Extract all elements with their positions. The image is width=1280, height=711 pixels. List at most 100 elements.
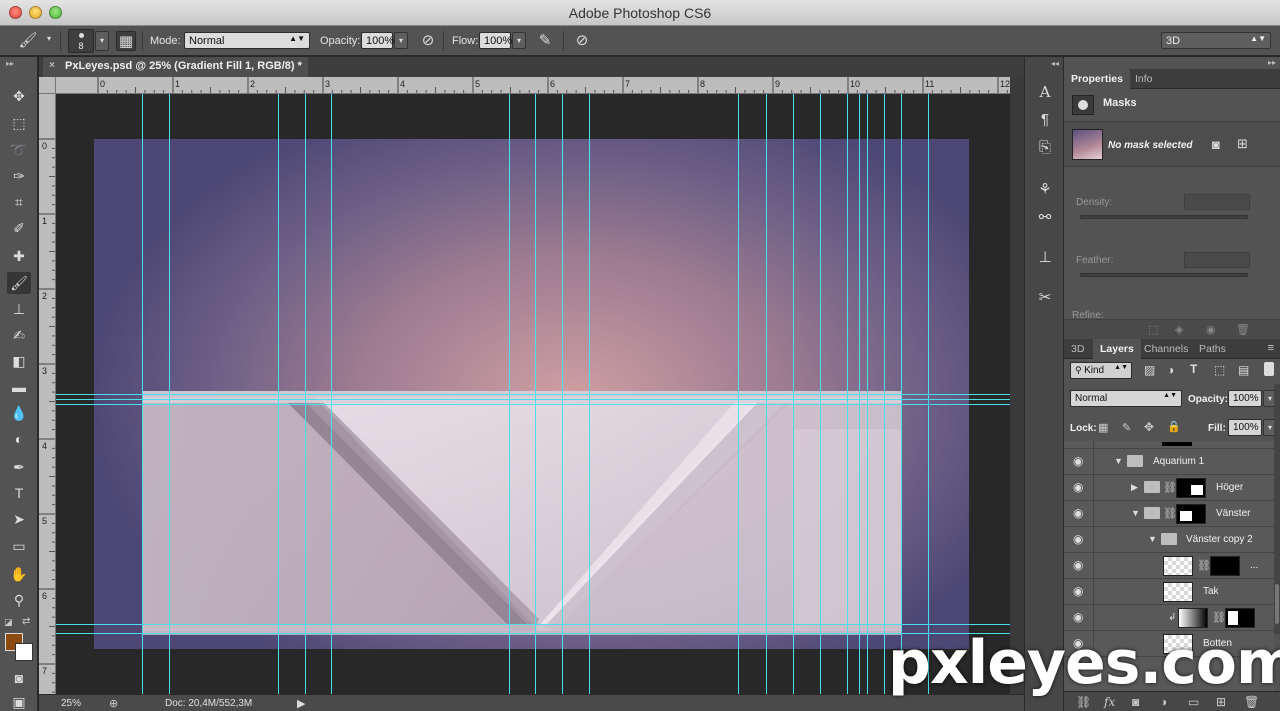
tab-info[interactable]: Info (1128, 69, 1160, 89)
workspace-select[interactable]: 3D ▲▼ (1161, 32, 1271, 49)
layers-panel-menu-icon[interactable]: ≡ (1268, 342, 1274, 354)
flow-input[interactable]: 100% (479, 32, 512, 49)
eye-icon[interactable]: ◉ (1073, 507, 1086, 520)
layers-scroll-thumb[interactable] (1275, 584, 1279, 624)
horizontal-guide[interactable] (56, 404, 1010, 405)
layer-opacity-input[interactable]: 100% (1228, 390, 1262, 407)
tab-3d[interactable]: 3D (1064, 339, 1091, 359)
eye-icon[interactable]: ◉ (1073, 559, 1086, 572)
horizontal-guide[interactable] (56, 624, 1010, 625)
layer-mask-thumbnail[interactable] (1176, 478, 1206, 498)
move-tool-icon[interactable]: ✥ (7, 85, 31, 107)
eye-icon[interactable]: ◉ (1073, 585, 1086, 598)
layer-mask-thumbnail[interactable] (1225, 608, 1255, 628)
layer-row-shape[interactable]: ◉ ⛓ ... (1064, 553, 1274, 579)
paragraph-panel-icon[interactable]: ¶ (1034, 109, 1056, 131)
rectangle-tool-icon[interactable]: ▭ (7, 535, 31, 557)
eye-icon[interactable]: ◉ (1073, 533, 1086, 546)
layers-scrollbar[interactable] (1274, 384, 1280, 634)
history-brush-tool-icon[interactable]: ✍ (7, 324, 31, 346)
eye-icon[interactable]: ◉ (1073, 481, 1086, 494)
horizontal-guide[interactable] (56, 633, 1010, 634)
brush-tool-icon[interactable]: 🖌 (7, 272, 31, 294)
layer-row-hoger[interactable]: ◉ ▶ ⛓ Höger (1064, 475, 1274, 501)
tab-layers[interactable]: Layers (1093, 339, 1141, 359)
collapse-toolbar-icon[interactable]: ▸▸ (6, 59, 14, 68)
add-pixel-mask-icon[interactable]: ◙ (1212, 137, 1220, 152)
background-color-swatch[interactable] (15, 643, 33, 661)
lasso-tool-icon[interactable]: ➰ (7, 139, 31, 161)
filter-pixel-icon[interactable]: ▨ (1144, 363, 1155, 377)
character-panel-icon[interactable]: A (1034, 81, 1056, 103)
clone-stamp-tool-icon[interactable]: ⊥ (7, 298, 31, 320)
quick-selection-tool-icon[interactable]: ✑ (7, 165, 31, 187)
dodge-tool-icon[interactable]: ◐ (7, 428, 31, 450)
gradient-thumbnail[interactable] (1178, 608, 1208, 628)
layer-thumbnail[interactable] (1163, 582, 1193, 602)
opacity-input[interactable]: 100% (361, 32, 394, 49)
path-selection-tool-icon[interactable]: ➤ (7, 508, 31, 530)
eye-icon[interactable]: ◉ (1073, 611, 1086, 624)
collapse-panels-icon[interactable]: ▸▸ (1268, 58, 1276, 67)
add-vector-mask-icon[interactable]: ⊞ (1237, 136, 1248, 152)
lock-transparent-icon[interactable]: ▦ (1098, 421, 1108, 434)
tool-preset-dropdown[interactable]: ▾ (44, 35, 54, 45)
mode-select[interactable]: Normal ▲▼ (184, 32, 310, 49)
eyedropper-tool-icon[interactable]: ✐ (7, 217, 31, 239)
flow-dropdown[interactable]: ▾ (512, 32, 526, 49)
collapse-arrow-icon[interactable]: ▶ (1131, 482, 1138, 493)
expand-arrow-icon[interactable]: ▼ (1148, 534, 1157, 544)
lock-all-icon[interactable]: 🔒 (1167, 420, 1181, 433)
filter-type-icon[interactable]: T (1190, 362, 1197, 376)
crop-tool-icon[interactable]: ⌗ (7, 191, 31, 213)
expand-arrow-icon[interactable]: ▼ (1131, 508, 1140, 518)
collapse-strip-icon[interactable]: ◂◂ (1051, 59, 1059, 68)
layer-row-vanster[interactable]: ◉ ▼ ⛓ Vänster (1064, 501, 1274, 527)
layer-thumbnail[interactable] (1163, 556, 1193, 576)
zoom-level[interactable]: 25% (61, 698, 81, 709)
eraser-tool-icon[interactable]: ◧ (7, 350, 31, 372)
opacity-dropdown[interactable]: ▾ (394, 32, 408, 49)
mask-thumbnail[interactable] (1072, 129, 1103, 160)
fill-input[interactable]: 100% (1228, 419, 1262, 436)
marquee-tool-icon[interactable]: ⬚ (7, 112, 31, 134)
tab-channels[interactable]: Channels (1137, 339, 1195, 359)
ruler-origin[interactable] (39, 77, 56, 94)
layer-row-vanster-copy-2[interactable]: ◉ ▼ Vänster copy 2 (1064, 527, 1274, 553)
layer-mask-thumbnail[interactable] (1210, 556, 1240, 576)
swap-colors-icon[interactable]: ⇄ (22, 616, 30, 627)
status-info-icon[interactable]: ⊕ (109, 697, 118, 710)
history-panel-icon[interactable]: ⎘ (1034, 137, 1056, 159)
filter-toggle-switch[interactable] (1264, 362, 1274, 376)
quick-mask-icon[interactable]: ◙ (7, 667, 31, 689)
blur-tool-icon[interactable]: 💧 (7, 402, 31, 424)
screen-mode-icon[interactable]: ▣ (7, 691, 31, 711)
pressure-opacity-icon[interactable]: ⊘ (418, 31, 438, 51)
layer-row[interactable] (1064, 441, 1274, 449)
horizontal-ruler[interactable]: 0 1 2 3 4 5 6 7 8 9 10 11 12 (56, 77, 1010, 94)
hand-tool-icon[interactable]: ✋ (7, 563, 31, 585)
blend-mode-select[interactable]: Normal ▲▼ (1070, 390, 1182, 407)
brush-picker-dropdown[interactable]: ▾ (95, 31, 109, 51)
tool-presets-panel-icon[interactable]: ⚯ (1034, 207, 1056, 229)
tab-properties[interactable]: Properties (1064, 69, 1130, 89)
canvas-scrollbar[interactable] (1010, 77, 1024, 694)
brush-presets-panel-icon[interactable]: ⚘ (1034, 179, 1056, 201)
healing-brush-tool-icon[interactable]: ✚ (7, 245, 31, 267)
lock-image-icon[interactable]: ✎ (1122, 421, 1131, 434)
horizontal-guide[interactable] (56, 399, 1010, 400)
filter-adjustment-icon[interactable]: ◑ (1167, 363, 1174, 377)
lock-position-icon[interactable]: ✥ (1144, 420, 1154, 434)
filter-shape-icon[interactable]: ⬚ (1214, 363, 1225, 377)
pen-tool-icon[interactable]: ✒ (7, 456, 31, 478)
layer-filter-select[interactable]: ⚲ Kind ▲▼ (1070, 362, 1132, 379)
layer-mask-thumbnail[interactable] (1176, 504, 1206, 524)
tools-panel-icon[interactable]: ✂ (1034, 287, 1056, 309)
gradient-tool-icon[interactable]: ▬ (7, 376, 31, 398)
vertical-ruler[interactable]: 0 1 2 3 4 5 6 7 (39, 94, 56, 694)
eye-icon[interactable]: ◉ (1073, 455, 1086, 468)
document-tab[interactable]: × PxLeyes.psd @ 25% (Gradient Fill 1, RG… (43, 57, 308, 77)
horizontal-guide[interactable] (56, 394, 1010, 395)
default-colors-icon[interactable]: ◪ (4, 617, 13, 628)
type-tool-icon[interactable]: T (7, 482, 31, 504)
